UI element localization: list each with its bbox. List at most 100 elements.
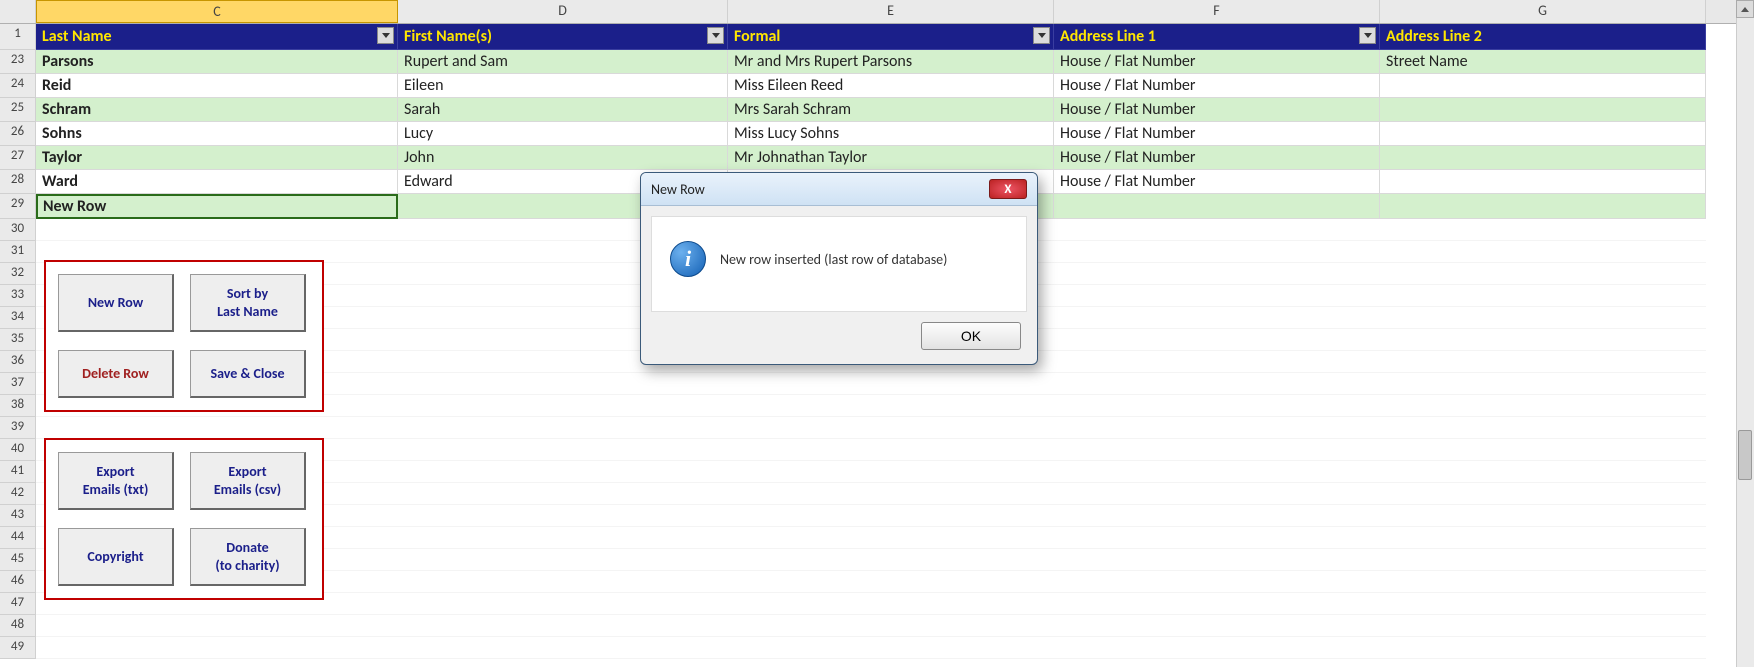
cell-address1[interactable]: House / Flat Number [1054,122,1380,146]
row-header[interactable]: 28 [0,170,36,194]
cell-formal[interactable]: Miss Lucy Sohns [728,122,1054,146]
row-header[interactable]: 48 [0,615,36,637]
filter-dropdown-icon[interactable] [377,27,394,44]
filter-dropdown-icon[interactable] [1033,27,1050,44]
cell-address2[interactable] [1380,170,1706,194]
th-address2[interactable]: Address Line 2 [1380,24,1706,50]
close-icon[interactable]: X [989,179,1027,199]
row-header[interactable]: 30 [0,219,36,241]
row-header[interactable]: 24 [0,74,36,98]
cell-first-name[interactable]: Lucy [398,122,728,146]
cell-first-name[interactable]: Sarah [398,98,728,122]
save-close-button[interactable]: Save & Close [190,350,306,398]
donate-button[interactable]: Donate(to charity) [190,528,306,586]
cell-address1[interactable]: House / Flat Number [1054,50,1380,74]
th-label: First Name(s) [404,27,492,46]
row-header[interactable]: 49 [0,637,36,659]
row-header[interactable]: 43 [0,505,36,527]
cell-address2[interactable] [1380,146,1706,170]
empty-cell-area[interactable] [36,615,1706,637]
export-emails-txt-button[interactable]: ExportEmails (txt) [58,452,174,510]
ok-button[interactable]: OK [921,322,1021,350]
cell-first-name[interactable]: John [398,146,728,170]
dialog-title-text: New Row [651,181,705,198]
th-first-names[interactable]: First Name(s) [398,24,728,50]
cell-address2[interactable] [1380,98,1706,122]
row-header[interactable]: 34 [0,307,36,329]
cell-formal[interactable]: Mr and Mrs Rupert Parsons [728,50,1054,74]
row-header[interactable]: 41 [0,461,36,483]
dialog-titlebar[interactable]: New Row X [641,173,1037,206]
cell-address2[interactable] [1380,122,1706,146]
cell-address1[interactable]: House / Flat Number [1054,170,1380,194]
row-header[interactable]: 35 [0,329,36,351]
row-header[interactable]: 38 [0,395,36,417]
corner-select-all[interactable] [0,0,36,23]
row-header[interactable]: 26 [0,122,36,146]
dialog-footer: OK [641,322,1037,364]
row-header[interactable]: 39 [0,417,36,439]
action-panel-2: ExportEmails (txt) ExportEmails (csv) Co… [44,438,324,600]
cell-address1[interactable]: House / Flat Number [1054,98,1380,122]
row-header[interactable]: 25 [0,98,36,122]
empty-cell-area[interactable] [36,637,1706,659]
row-header[interactable]: 29 [0,194,36,219]
cell-first-name[interactable]: Eileen [398,74,728,98]
th-formal[interactable]: Formal [728,24,1054,50]
th-last-name[interactable]: Last Name [36,24,398,50]
cell-address2[interactable]: Street Name [1380,50,1706,74]
sort-last-name-button[interactable]: Sort byLast Name [190,274,306,332]
table-header-row: 1 Last Name First Name(s) Formal Address… [0,24,1754,50]
row-header[interactable]: 47 [0,593,36,615]
copyright-button[interactable]: Copyright [58,528,174,586]
cell-last-name[interactable]: Reid [36,74,398,98]
col-header-e[interactable]: E [728,0,1054,23]
row-header[interactable]: 37 [0,373,36,395]
cell-last-name[interactable]: Parsons [36,50,398,74]
cell-formal[interactable]: Mr Johnathan Taylor [728,146,1054,170]
dialog-message: New row inserted (last row of database) [720,251,947,268]
cell-last-name[interactable]: Ward [36,170,398,194]
cell-formal[interactable]: Miss Eileen Reed [728,74,1054,98]
cell[interactable] [1054,194,1380,219]
empty-cell-area[interactable] [36,417,1706,439]
row-header[interactable]: 31 [0,241,36,263]
scroll-thumb[interactable] [1738,430,1752,480]
row-header-1[interactable]: 1 [0,24,36,50]
col-header-d[interactable]: D [398,0,728,23]
dialog-body: i New row inserted (last row of database… [651,216,1027,312]
filter-dropdown-icon[interactable] [1359,27,1376,44]
active-cell[interactable]: New Row [36,194,398,219]
row-header[interactable]: 27 [0,146,36,170]
row-header[interactable]: 32 [0,263,36,285]
row-header[interactable]: 33 [0,285,36,307]
new-row-button[interactable]: New Row [58,274,174,332]
row-header[interactable]: 40 [0,439,36,461]
row-header[interactable]: 44 [0,527,36,549]
row-header[interactable]: 36 [0,351,36,373]
cell-first-name[interactable]: Rupert and Sam [398,50,728,74]
cell-last-name[interactable]: Sohns [36,122,398,146]
row-header[interactable]: 46 [0,571,36,593]
th-label: Address Line 1 [1060,27,1156,46]
col-header-g[interactable]: G [1380,0,1706,23]
row-header[interactable]: 45 [0,549,36,571]
col-header-c[interactable]: C [36,0,398,23]
col-header-f[interactable]: F [1054,0,1380,23]
cell-last-name[interactable]: Schram [36,98,398,122]
cell[interactable] [1380,194,1706,219]
cell-last-name[interactable]: Taylor [36,146,398,170]
export-emails-csv-button[interactable]: ExportEmails (csv) [190,452,306,510]
filter-dropdown-icon[interactable] [707,27,724,44]
row-header[interactable]: 23 [0,50,36,74]
vertical-scrollbar[interactable] [1736,0,1754,667]
row-header[interactable]: 42 [0,483,36,505]
cell-address2[interactable] [1380,74,1706,98]
cell-formal[interactable]: Mrs Sarah Schram [728,98,1054,122]
th-address1[interactable]: Address Line 1 [1054,24,1380,50]
th-label: Formal [734,27,780,46]
scroll-up-icon[interactable] [1736,0,1754,18]
cell-address1[interactable]: House / Flat Number [1054,146,1380,170]
delete-row-button[interactable]: Delete Row [58,350,174,398]
cell-address1[interactable]: House / Flat Number [1054,74,1380,98]
